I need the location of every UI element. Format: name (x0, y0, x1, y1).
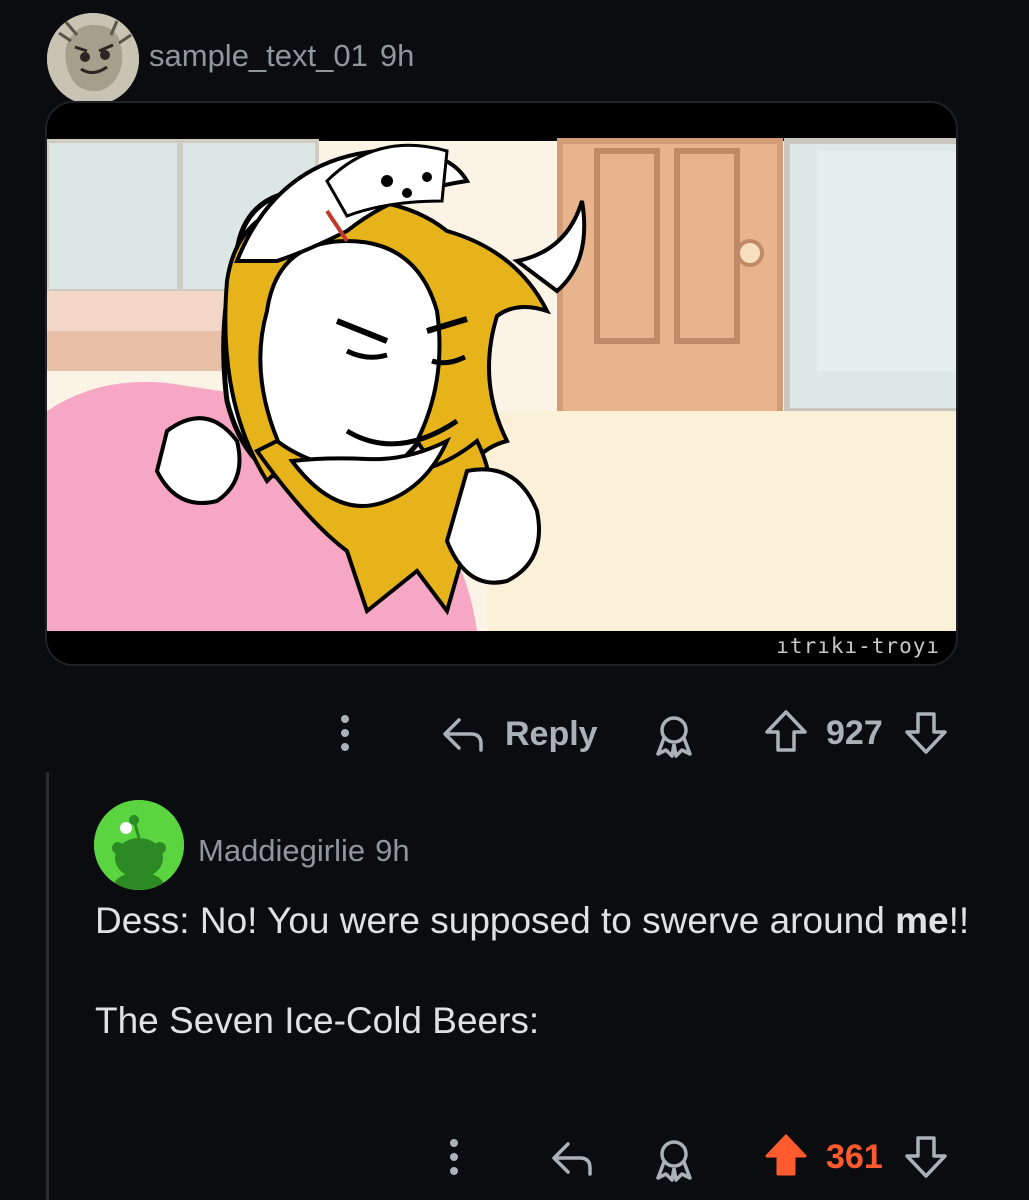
more-options-button[interactable] (442, 1137, 466, 1181)
reply-icon (443, 718, 483, 752)
more-options-button[interactable] (333, 713, 357, 757)
more-vertical-icon (341, 715, 349, 751)
award-button[interactable] (650, 1136, 698, 1184)
score-value: 361 (826, 1138, 883, 1176)
user-avatar[interactable] (94, 800, 184, 890)
reply-icon (552, 1142, 592, 1176)
comment-header: Maddiegirlie 9h (198, 833, 410, 869)
username[interactable]: Maddiegirlie (198, 833, 365, 868)
award-icon (656, 1140, 692, 1182)
downvote-icon (905, 1136, 947, 1178)
downvote-button[interactable] (903, 708, 949, 756)
reply-button[interactable]: Reply (439, 712, 598, 756)
timestamp: 9h (375, 833, 410, 868)
comment-header: sample_text_01 9h (149, 38, 414, 74)
upvote-button[interactable] (763, 708, 809, 756)
gif-frame (47, 103, 956, 664)
upvote-icon (765, 710, 807, 752)
vote-score: 361 (826, 1138, 883, 1177)
vote-score: 927 (826, 714, 883, 753)
reply-label: Reply (505, 714, 598, 753)
bold-text: me (895, 900, 949, 941)
award-icon (656, 716, 692, 758)
gif-watermark: ıtrıkı-troyı (776, 634, 940, 658)
downvote-button[interactable] (903, 1132, 949, 1180)
comment-line-1: Dess: No! You were supposed to swerve ar… (95, 900, 970, 941)
comment-media-gif[interactable]: ıtrıkı-troyı (45, 101, 958, 666)
thread-line[interactable] (46, 772, 49, 1200)
timestamp: 9h (379, 38, 415, 73)
downvote-icon (905, 712, 947, 754)
username[interactable]: sample_text_01 (149, 38, 368, 73)
upvote-button-active[interactable] (763, 1132, 809, 1180)
reply-button[interactable] (548, 1136, 596, 1180)
award-button[interactable] (650, 712, 698, 760)
upvote-filled-icon (765, 1134, 807, 1176)
comment-body: Dess: No! You were supposed to swerve ar… (95, 898, 975, 1044)
user-avatar[interactable] (47, 13, 139, 105)
score-value: 927 (826, 714, 883, 752)
more-vertical-icon (450, 1139, 458, 1175)
comment-line-2: The Seven Ice-Cold Beers: (95, 1000, 540, 1041)
